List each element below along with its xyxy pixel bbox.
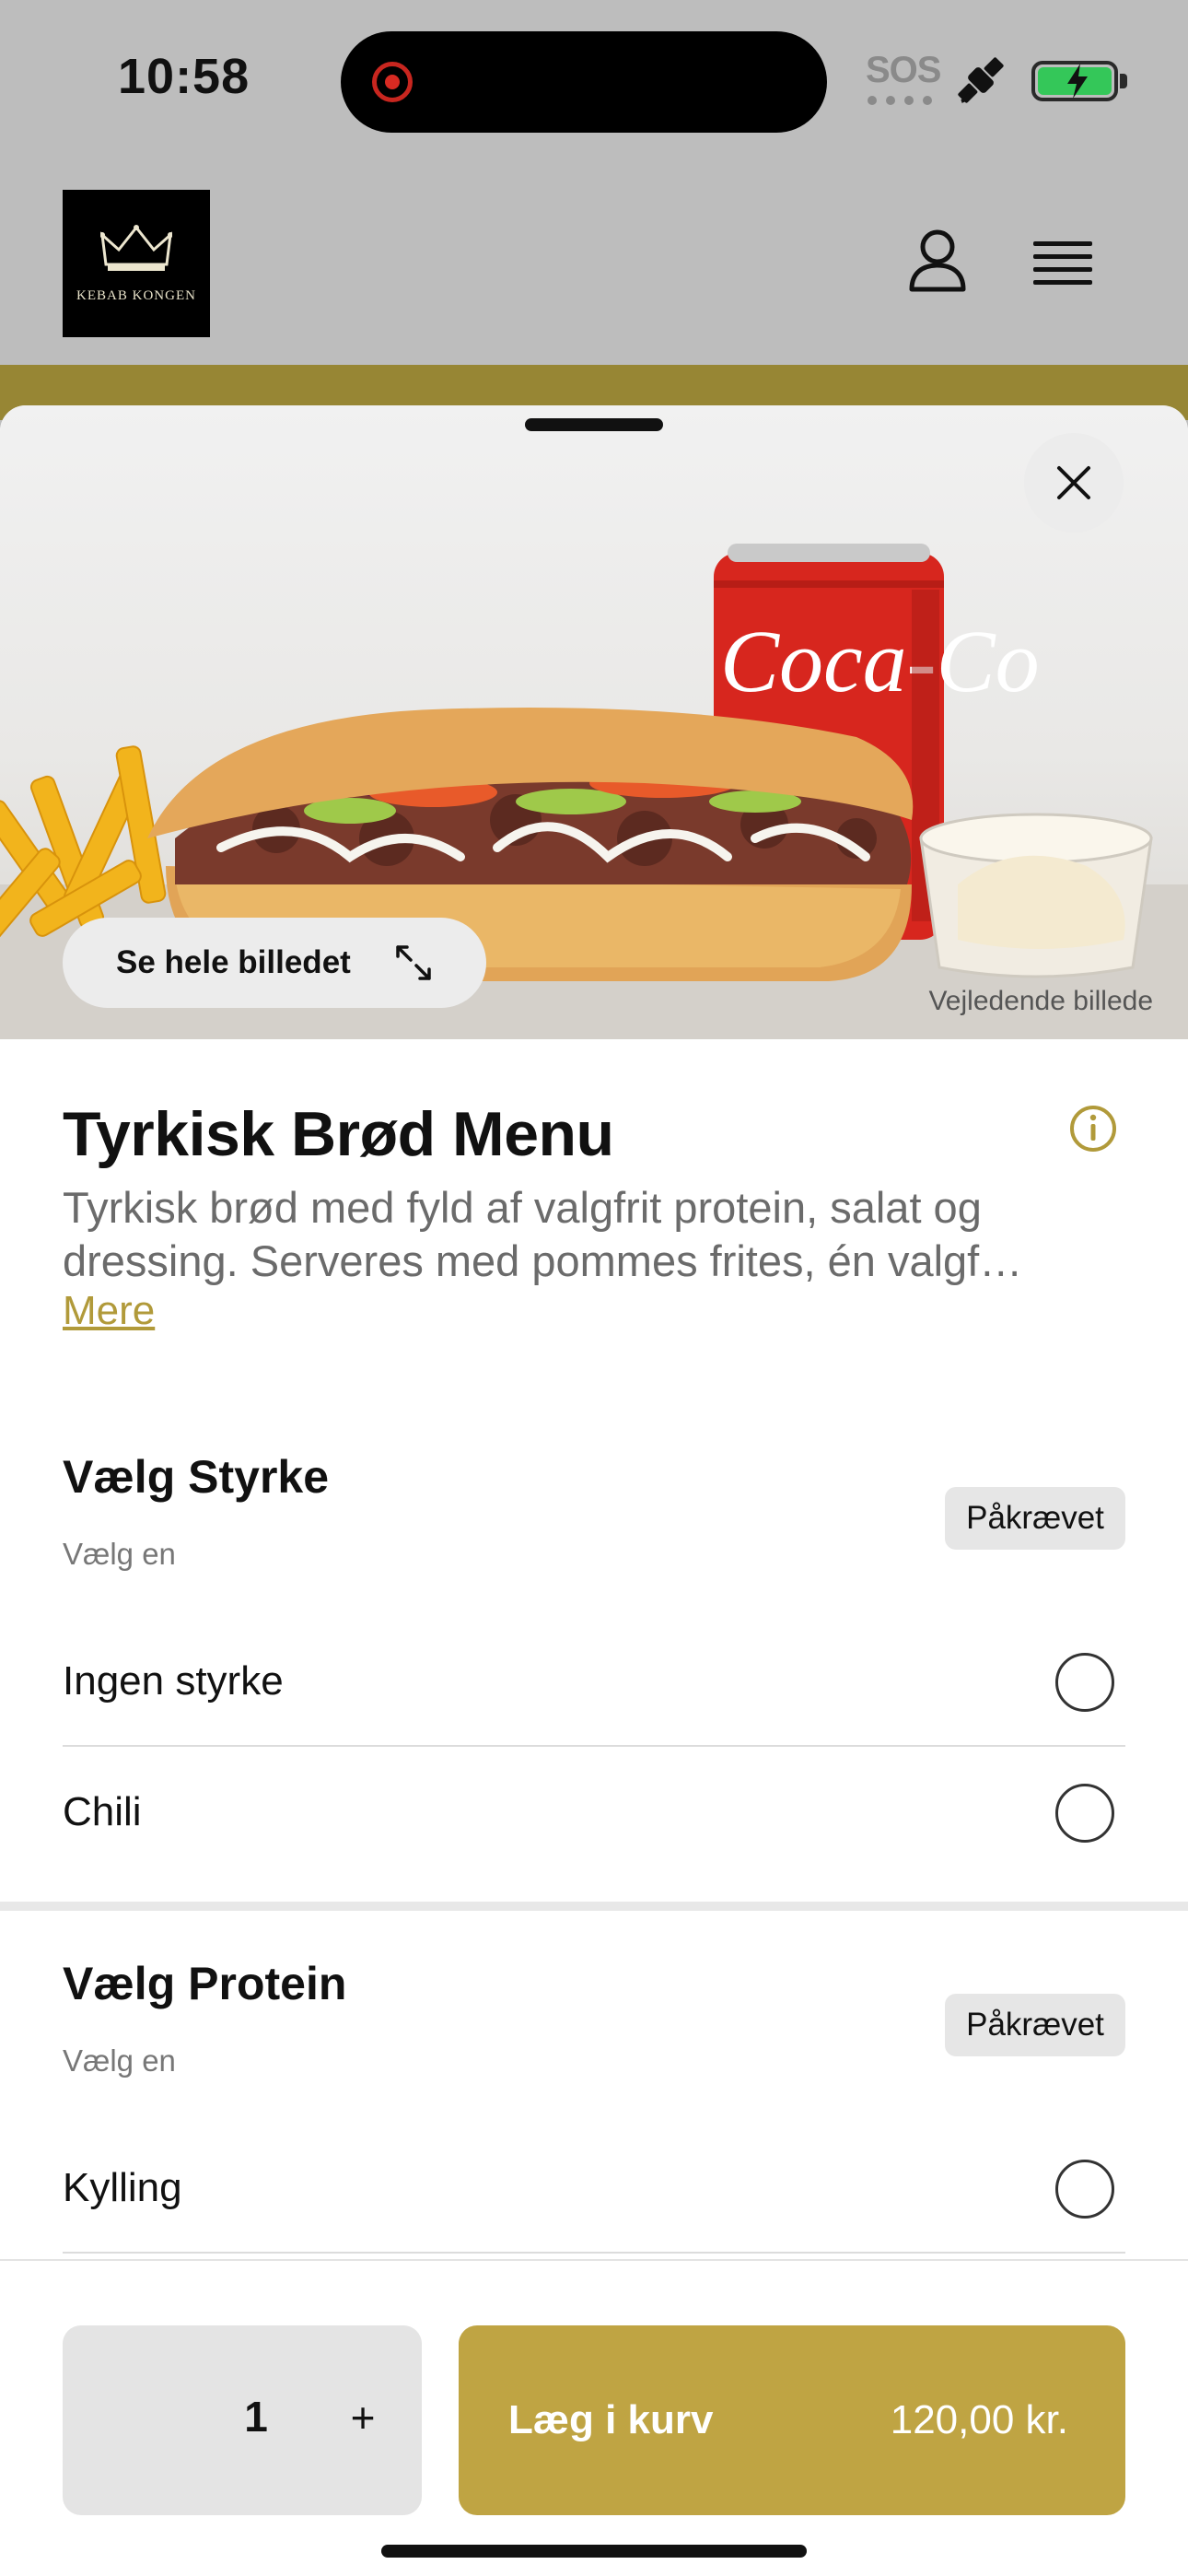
dynamic-island <box>341 31 827 133</box>
battery-charging-icon <box>1031 61 1118 101</box>
quantity-value: 1 <box>244 2393 268 2441</box>
status-time: 10:58 <box>118 49 250 104</box>
radio-button[interactable] <box>1055 2160 1114 2219</box>
user-icon[interactable] <box>908 228 967 293</box>
brand-logo[interactable]: KEBAB KONGEN <box>63 190 210 337</box>
crown-icon <box>100 224 172 271</box>
radio-button[interactable] <box>1055 1653 1114 1712</box>
section-subtitle: Vælg en <box>63 2043 176 2078</box>
expand-icon <box>396 945 431 980</box>
image-disclaimer: Vejledende billede <box>928 986 1153 1016</box>
option-row[interactable]: Kylling <box>63 2125 1125 2254</box>
product-title: Tyrkisk Brød Menu <box>63 1099 614 1169</box>
info-icon[interactable] <box>1068 1104 1118 1153</box>
cart-bar: 1 + Læg i kurv 120,00 kr. <box>0 2259 1188 2576</box>
sheet-grabber[interactable] <box>525 418 663 431</box>
section-title-protein: Vælg Protein <box>63 1958 347 2009</box>
description-line: dressing. Serveres med pommes frites, én… <box>63 1236 1023 1285</box>
option-label: Chili <box>63 1789 142 1834</box>
satellite-icon <box>958 57 1004 103</box>
add-to-cart-button[interactable]: Læg i kurv 120,00 kr. <box>459 2325 1125 2515</box>
recording-icon <box>372 62 413 102</box>
increment-button[interactable]: + <box>335 2390 390 2445</box>
battery-tip <box>1120 74 1127 88</box>
svg-text:Coca-Co: Coca-Co <box>720 612 1040 710</box>
option-row[interactable]: Ingen styrke <box>63 1618 1125 1747</box>
required-badge: Påkrævet <box>945 1994 1125 2056</box>
see-full-image-button[interactable]: Se hele billedet <box>63 918 486 1008</box>
product-sheet: Coca-Co Se hele billedet Vejledende bill… <box>0 405 1188 2576</box>
product-image[interactable]: Coca-Co Se hele billedet Vejledende bill… <box>0 405 1188 1039</box>
close-button[interactable] <box>1024 433 1124 533</box>
hamburger-menu-icon[interactable] <box>1033 241 1092 287</box>
add-to-cart-label: Læg i kurv <box>508 2397 714 2442</box>
product-description: Tyrkisk brød med fyld af valgfrit protei… <box>63 1181 1131 1288</box>
see-full-image-label: Se hele billedet <box>116 944 351 980</box>
option-label: Ingen styrke <box>63 1658 284 1704</box>
option-row[interactable]: Chili <box>63 1749 1125 1878</box>
site-header: KEBAB KONGEN <box>0 162 1188 365</box>
sos-signal-dots <box>868 96 932 105</box>
status-bar: 10:58 SOS <box>0 0 1188 162</box>
description-line: Tyrkisk brød med fyld af valgfrit protei… <box>63 1183 982 1232</box>
required-badge: Påkrævet <box>945 1487 1125 1550</box>
section-subtitle: Vælg en <box>63 1537 176 1571</box>
radio-button[interactable] <box>1055 1784 1114 1843</box>
quantity-stepper: 1 + <box>63 2325 422 2515</box>
section-title-strength: Vælg Styrke <box>63 1451 330 1503</box>
logo-text: KEBAB KONGEN <box>76 287 196 303</box>
more-link[interactable]: Mere <box>63 1288 155 1334</box>
sos-indicator: SOS <box>866 50 941 90</box>
price-label: 120,00 kr. <box>890 2397 1068 2442</box>
option-label: Kylling <box>63 2165 182 2210</box>
home-indicator[interactable] <box>381 2545 807 2558</box>
close-icon <box>1057 466 1090 499</box>
section-divider <box>0 1902 1188 1911</box>
